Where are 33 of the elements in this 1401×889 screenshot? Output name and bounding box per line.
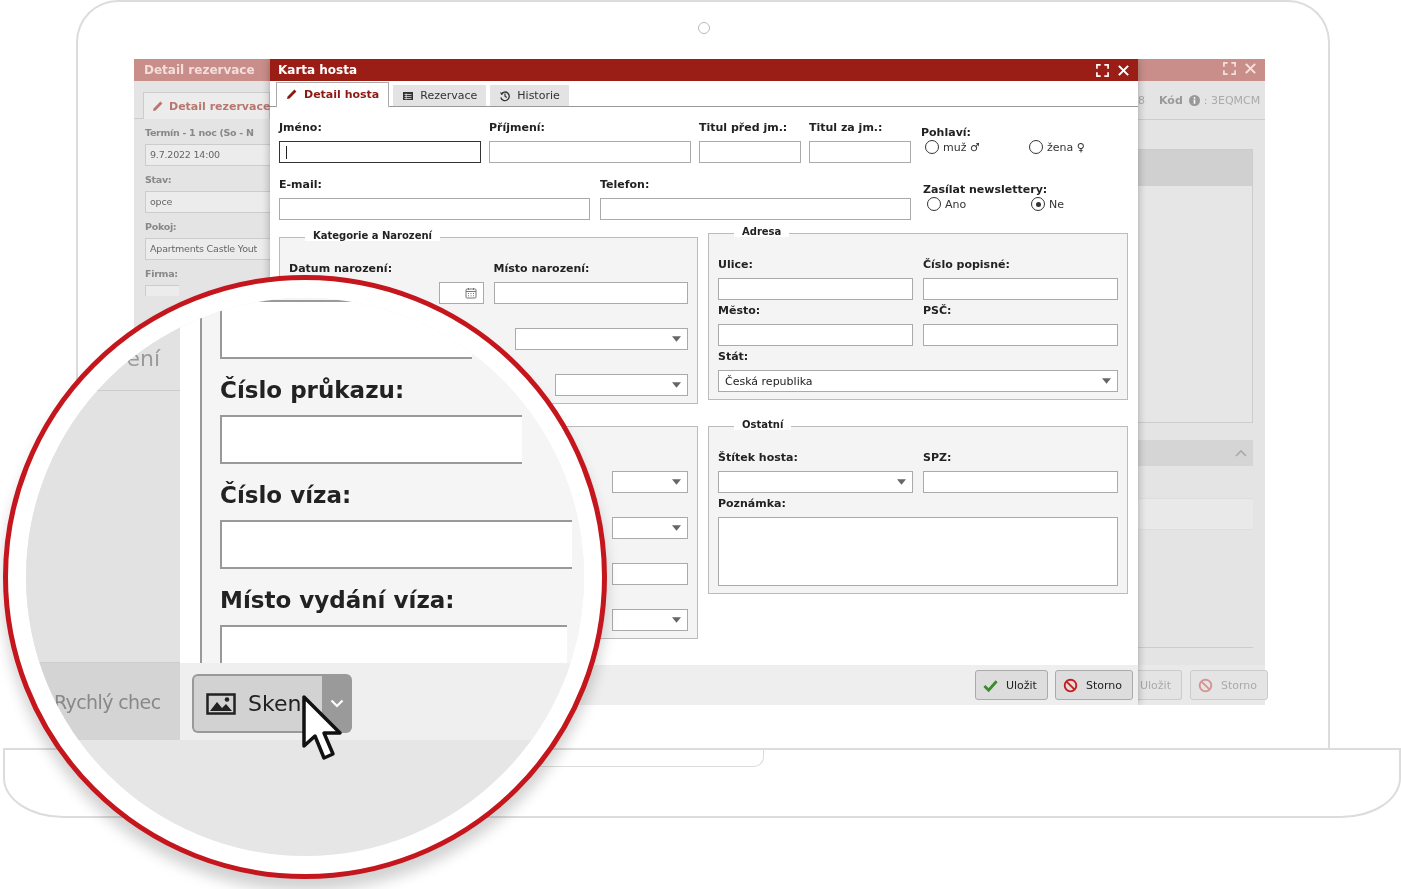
code-value: : 3EQMCM <box>1203 93 1261 107</box>
field-label: Pohlaví: <box>921 126 971 139</box>
fieldset-legend: Ostatní <box>734 419 792 430</box>
field-label: Telefon: <box>600 178 651 192</box>
dialog-title: Karta hosta <box>278 63 358 77</box>
code-label: Kód <box>1159 93 1183 107</box>
field-label: Příjmení: <box>489 121 546 135</box>
field-label: Město: <box>718 304 762 318</box>
field-label: Ulice: <box>718 258 754 272</box>
field-label: Stav: <box>145 174 173 185</box>
field-label: SPZ: <box>923 451 953 465</box>
fieldset-legend: Kategorie a Narození <box>305 230 440 241</box>
field-label: Číslo popisné: <box>923 258 1011 272</box>
field-label: Stát: <box>718 350 750 364</box>
field-label: Datum narození: <box>289 262 394 276</box>
field-label: Pokoj: <box>145 221 178 232</box>
field-label: Číslo průkazu: <box>220 377 405 403</box>
field-label: Termín - 1 noc (So - N <box>145 127 255 138</box>
field-label: Místo narození: <box>493 262 591 276</box>
field-label: Poznámka: <box>718 497 787 511</box>
fieldset-legend: Adresa <box>734 226 790 237</box>
window-title: Detail rezervace <box>134 59 270 81</box>
field-label: Firma: <box>145 268 179 279</box>
field-label: Titul za jm.: <box>809 121 884 135</box>
field-label: E-mail: <box>279 178 323 192</box>
field-label: Štítek hosta: <box>718 451 799 465</box>
field-label: Jméno: <box>279 121 323 135</box>
field-label: PSČ: <box>923 304 953 318</box>
field-label: Číslo víza: <box>220 482 352 508</box>
footer-text: Rychlý chec <box>54 691 161 713</box>
field-label: Zasílat newslettery: <box>923 183 1048 196</box>
field-label: Místo vydání víza: <box>220 587 455 613</box>
field-label: Titul před jm.: <box>699 121 789 135</box>
